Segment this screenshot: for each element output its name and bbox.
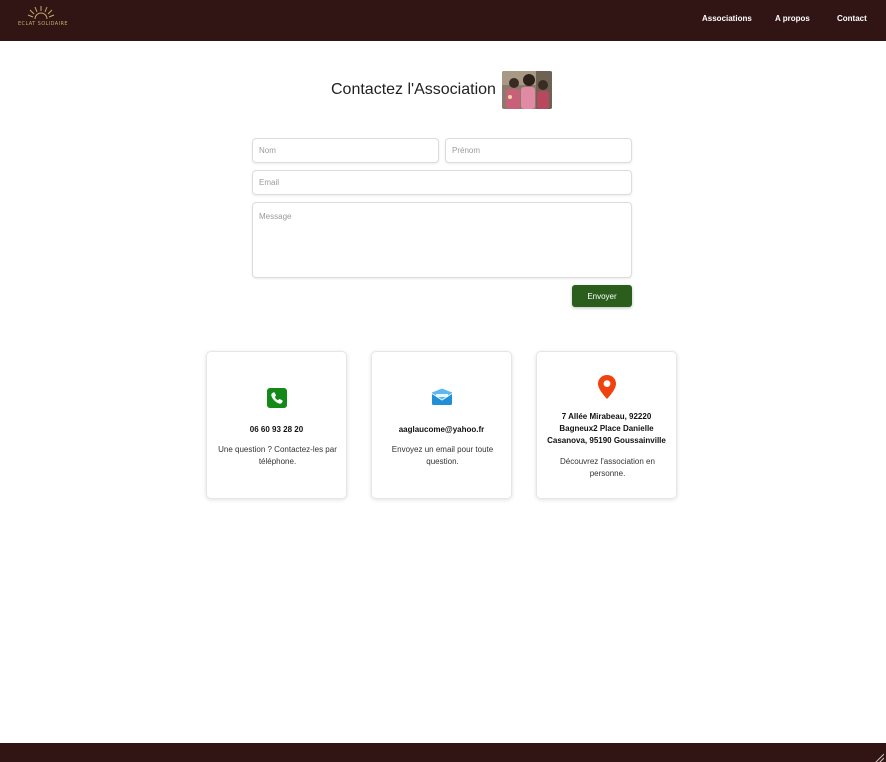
message-textarea[interactable]	[252, 202, 632, 278]
footer-logo-icon	[46, 757, 60, 762]
top-navbar: ECLAT SOLIDAIRE Associations A propos Co…	[0, 0, 886, 41]
footer	[0, 743, 886, 762]
phone-icon	[207, 388, 346, 408]
page-title: Contactez l'Association	[331, 81, 496, 98]
address-text: 7 Allée Mirabeau, 92220 Bagneux2 Place D…	[547, 412, 666, 445]
nav-contact[interactable]: Contact	[837, 14, 867, 23]
phone-card: 06 60 93 28 20 Une question ? Contactez-…	[206, 351, 347, 499]
email-description: Envoyez un email pour toute question.	[391, 445, 494, 466]
site-logo[interactable]: ECLAT SOLIDAIRE	[18, 5, 68, 35]
page-header: Contactez l'Association	[331, 71, 552, 109]
address-description: Découvrez l'association en personne.	[560, 457, 655, 478]
nav-associations[interactable]: Associations	[702, 14, 752, 23]
prenom-input[interactable]	[445, 138, 632, 163]
sunrise-icon	[27, 6, 55, 20]
logo-text: ECLAT SOLIDAIRE	[18, 21, 68, 27]
email-address[interactable]: aaglaucome@yahoo.fr	[380, 424, 503, 436]
nom-input[interactable]	[252, 138, 439, 163]
map-pin-icon	[537, 374, 676, 400]
send-button[interactable]: Envoyer	[572, 285, 632, 307]
resize-grip-icon[interactable]	[874, 750, 885, 762]
address-card: 7 Allée Mirabeau, 92220 Bagneux2 Place D…	[536, 351, 677, 499]
email-input[interactable]	[252, 170, 632, 195]
phone-description: Une question ? Contactez-les par télépho…	[218, 445, 337, 466]
group-photo	[501, 71, 552, 109]
envelope-icon	[372, 388, 511, 406]
phone-number[interactable]: 06 60 93 28 20	[215, 424, 338, 436]
email-card: aaglaucome@yahoo.fr Envoyez un email pou…	[371, 351, 512, 499]
nav-a-propos[interactable]: A propos	[775, 14, 810, 23]
